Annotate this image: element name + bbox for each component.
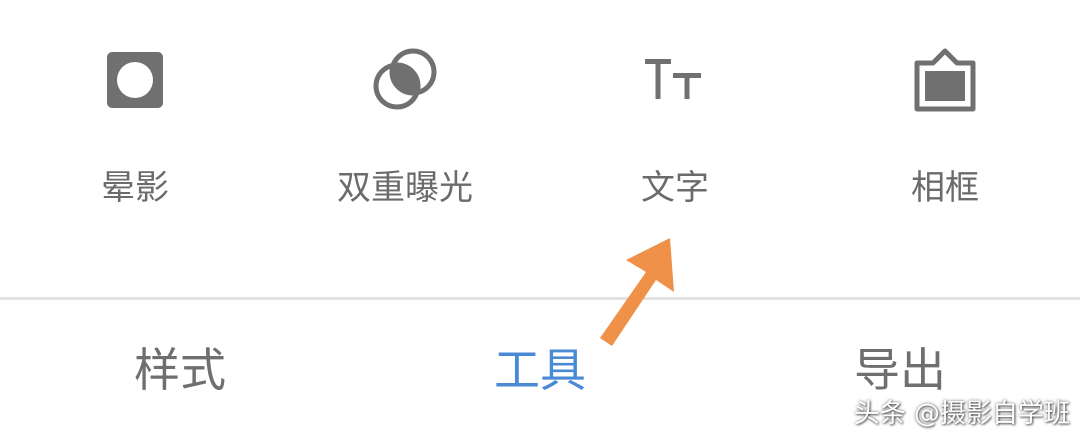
tool-frame[interactable]: 相框 <box>810 40 1080 210</box>
tool-vignette-label: 晕影 <box>101 168 169 208</box>
vignette-icon <box>95 40 175 120</box>
tab-export[interactable]: 导出 <box>720 342 1080 398</box>
watermark: 头条 @摄影自学班 <box>853 399 1070 429</box>
text-icon <box>635 40 715 120</box>
frame-icon <box>905 40 985 120</box>
tool-frame-label: 相框 <box>911 168 979 208</box>
tool-double-exposure-label: 双重曝光 <box>337 168 473 208</box>
tab-tools[interactable]: 工具 <box>360 342 720 398</box>
arrow-icon <box>600 238 674 346</box>
double-exposure-icon <box>365 40 445 120</box>
tool-text-label: 文字 <box>641 168 709 208</box>
tool-text[interactable]: 文字 <box>540 40 810 210</box>
tool-double-exposure[interactable]: 双重曝光 <box>270 40 540 210</box>
tool-vignette[interactable]: 晕影 <box>0 40 270 210</box>
tab-style[interactable]: 样式 <box>0 342 360 398</box>
tool-grid: 晕影 双重曝光 文字 相框 <box>0 0 1080 298</box>
